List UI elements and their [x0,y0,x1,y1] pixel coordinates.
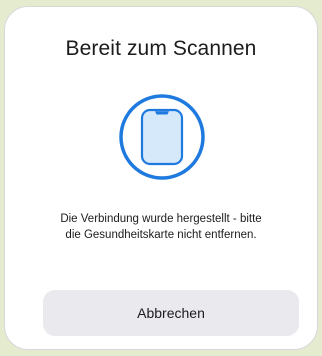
cancel-button[interactable]: Abbrechen [43,290,299,336]
scan-dialog: Bereit zum Scannen Die Verbindung wurde … [4,6,318,350]
message-line-2: die Gesundheitskarte nicht entfernen. [65,229,257,241]
message-line-1: Die Verbindung wurde hergestellt - bitte [60,213,262,225]
phone-in-circle-icon [119,94,205,180]
dialog-message: Die Verbindung wurde hergestellt - bitte… [25,211,297,243]
dialog-title: Bereit zum Scannen [65,37,257,60]
